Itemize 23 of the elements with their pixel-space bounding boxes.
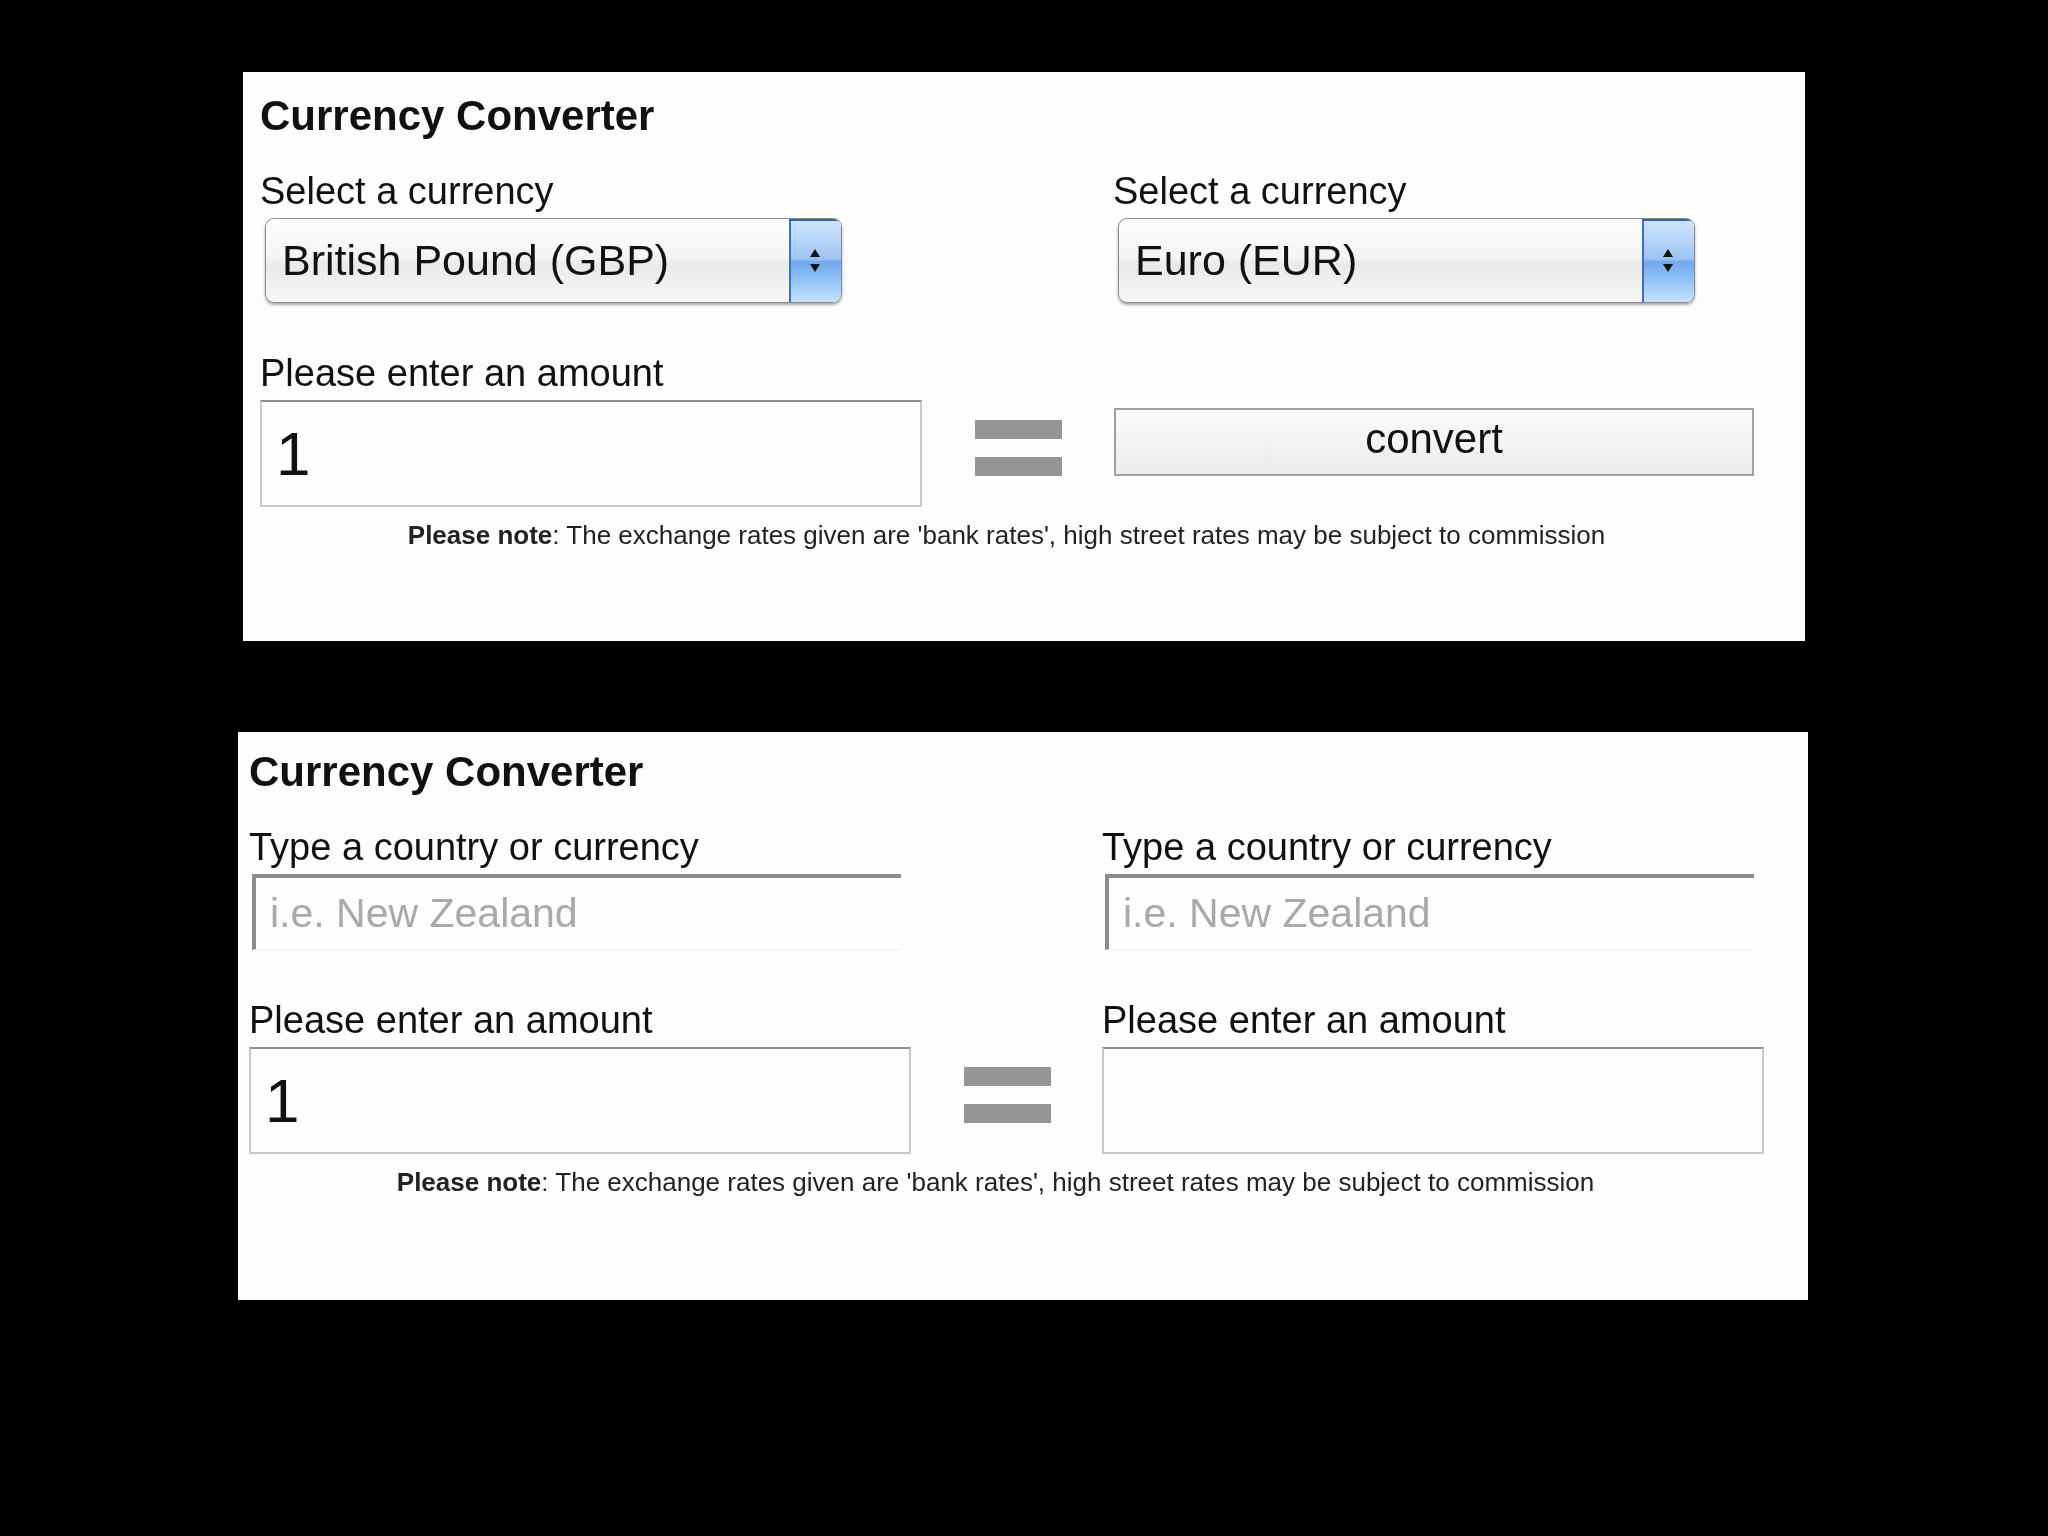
field-label: Type a country or currency	[1102, 826, 1552, 868]
currency-dropdown[interactable]: British Pound (GBP)	[265, 218, 842, 303]
amount-field[interactable]	[1102, 1047, 1764, 1154]
convert-button[interactable]: convert	[1114, 408, 1754, 476]
field-label: Please enter an amount	[260, 352, 664, 394]
equals-icon	[974, 420, 1062, 476]
currency-dropdown[interactable]: Euro (EUR)	[1118, 218, 1695, 303]
amount-field[interactable]: 1	[260, 400, 922, 507]
field-label: Type a country or currency	[249, 826, 699, 868]
disclaimer-note: Please note: The exchange rates given are 'bank rates', high street rates may be subject to commission	[407, 520, 1606, 550]
search-field[interactable]: i.e. New Zealand	[252, 874, 901, 950]
search-field[interactable]: i.e. New Zealand	[1105, 874, 1754, 950]
field-label: Select a currency	[1113, 170, 1407, 212]
panel-title: Currency Converter	[260, 92, 655, 139]
amount-field[interactable]: 1	[249, 1047, 911, 1154]
updown-arrows-icon[interactable]	[789, 219, 841, 302]
equals-icon	[963, 1067, 1051, 1123]
field-label: Select a currency	[260, 170, 554, 212]
disclaimer-note: Please note: The exchange rates given are 'bank rates', high street rates may be subject to commission	[396, 1167, 1595, 1197]
panel-title: Currency Converter	[249, 748, 644, 795]
updown-arrows-icon[interactable]	[1642, 219, 1694, 302]
field-label: Please enter an amount	[1102, 999, 1506, 1041]
field-label: Please enter an amount	[249, 999, 653, 1041]
